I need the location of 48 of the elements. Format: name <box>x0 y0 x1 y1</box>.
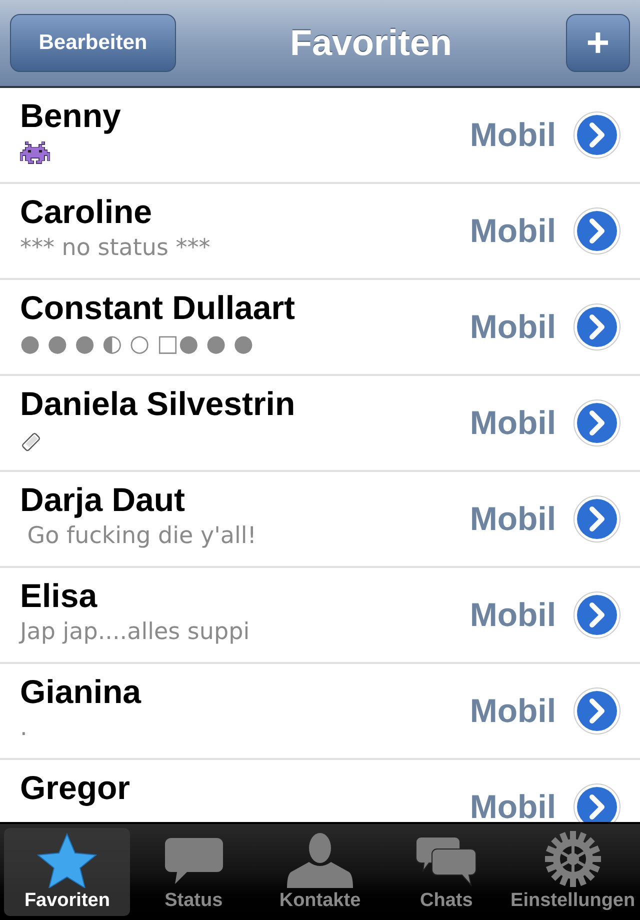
star-icon <box>37 832 98 888</box>
tab[interactable]: Status <box>130 828 257 916</box>
chat-bubbles-icon <box>415 836 478 888</box>
status-text: . <box>20 714 28 743</box>
tab[interactable]: Favoriten <box>4 828 130 916</box>
status-text: Jap jap....alles suppi <box>20 618 251 647</box>
contact-row[interactable]: Constant Dullaart ● ● ● ◐ ○ □● ● ● Mobil <box>0 280 640 376</box>
contact-name: Darja Daut <box>20 480 186 520</box>
alien-icon <box>20 141 50 167</box>
contact-name: Gianina <box>20 672 142 712</box>
phone-label: Mobil <box>470 403 556 444</box>
contact-name: Constant Dullaart <box>20 288 296 328</box>
disclosure-button[interactable] <box>572 110 622 160</box>
phone-label: Mobil <box>470 499 556 540</box>
contact-name: Caroline <box>20 192 154 232</box>
settings-icon <box>544 830 602 888</box>
disclosure-button[interactable] <box>572 206 622 256</box>
phone-label: Mobil <box>470 211 556 252</box>
contact-name: Gregor <box>20 768 132 808</box>
phone-label: Mobil <box>470 691 556 732</box>
phone-label: Mobil <box>470 115 556 156</box>
disclosure-button[interactable] <box>572 686 622 736</box>
phone-label: Mobil <box>470 787 556 822</box>
tab[interactable]: Kontakte <box>256 828 384 916</box>
disclosure-button[interactable] <box>572 590 622 640</box>
phone-label: Mobil <box>470 595 556 636</box>
status-text: *** no status *** <box>20 234 212 263</box>
contact-row[interactable]: Daniela Silvestrin Mobil <box>0 376 640 472</box>
contact-row[interactable]: Elisa Jap jap....alles suppi Mobil <box>0 568 640 664</box>
tab[interactable]: Chats <box>383 828 510 916</box>
contact-row[interactable]: Benny Mobil <box>0 88 640 184</box>
window-title: Favoriten <box>290 21 452 65</box>
contact-name: Daniela Silvestrin <box>20 384 296 424</box>
contact-name: Elisa <box>20 576 98 616</box>
disclosure-button[interactable] <box>572 302 622 352</box>
edit-button[interactable]: Bearbeiten <box>10 14 176 72</box>
status-text: Go fucking die y'all! <box>26 522 258 551</box>
disclosure-button[interactable] <box>572 494 622 544</box>
add-button[interactable]: + <box>566 14 630 72</box>
disclosure-button[interactable] <box>572 398 622 448</box>
contact-name: Benny <box>20 96 122 136</box>
phone-label: Mobil <box>470 307 556 348</box>
person-icon <box>287 832 354 888</box>
tab[interactable]: Einstellungen <box>510 828 636 916</box>
status-text: ● ● ● ◐ ○ □● ● ● <box>20 330 254 359</box>
contact-row[interactable]: Caroline *** no status *** Mobil <box>0 184 640 280</box>
contact-row[interactable]: Gianina . Mobil <box>0 664 640 760</box>
contact-row[interactable]: Darja Daut Go fucking die y'all! Mobil <box>0 472 640 568</box>
